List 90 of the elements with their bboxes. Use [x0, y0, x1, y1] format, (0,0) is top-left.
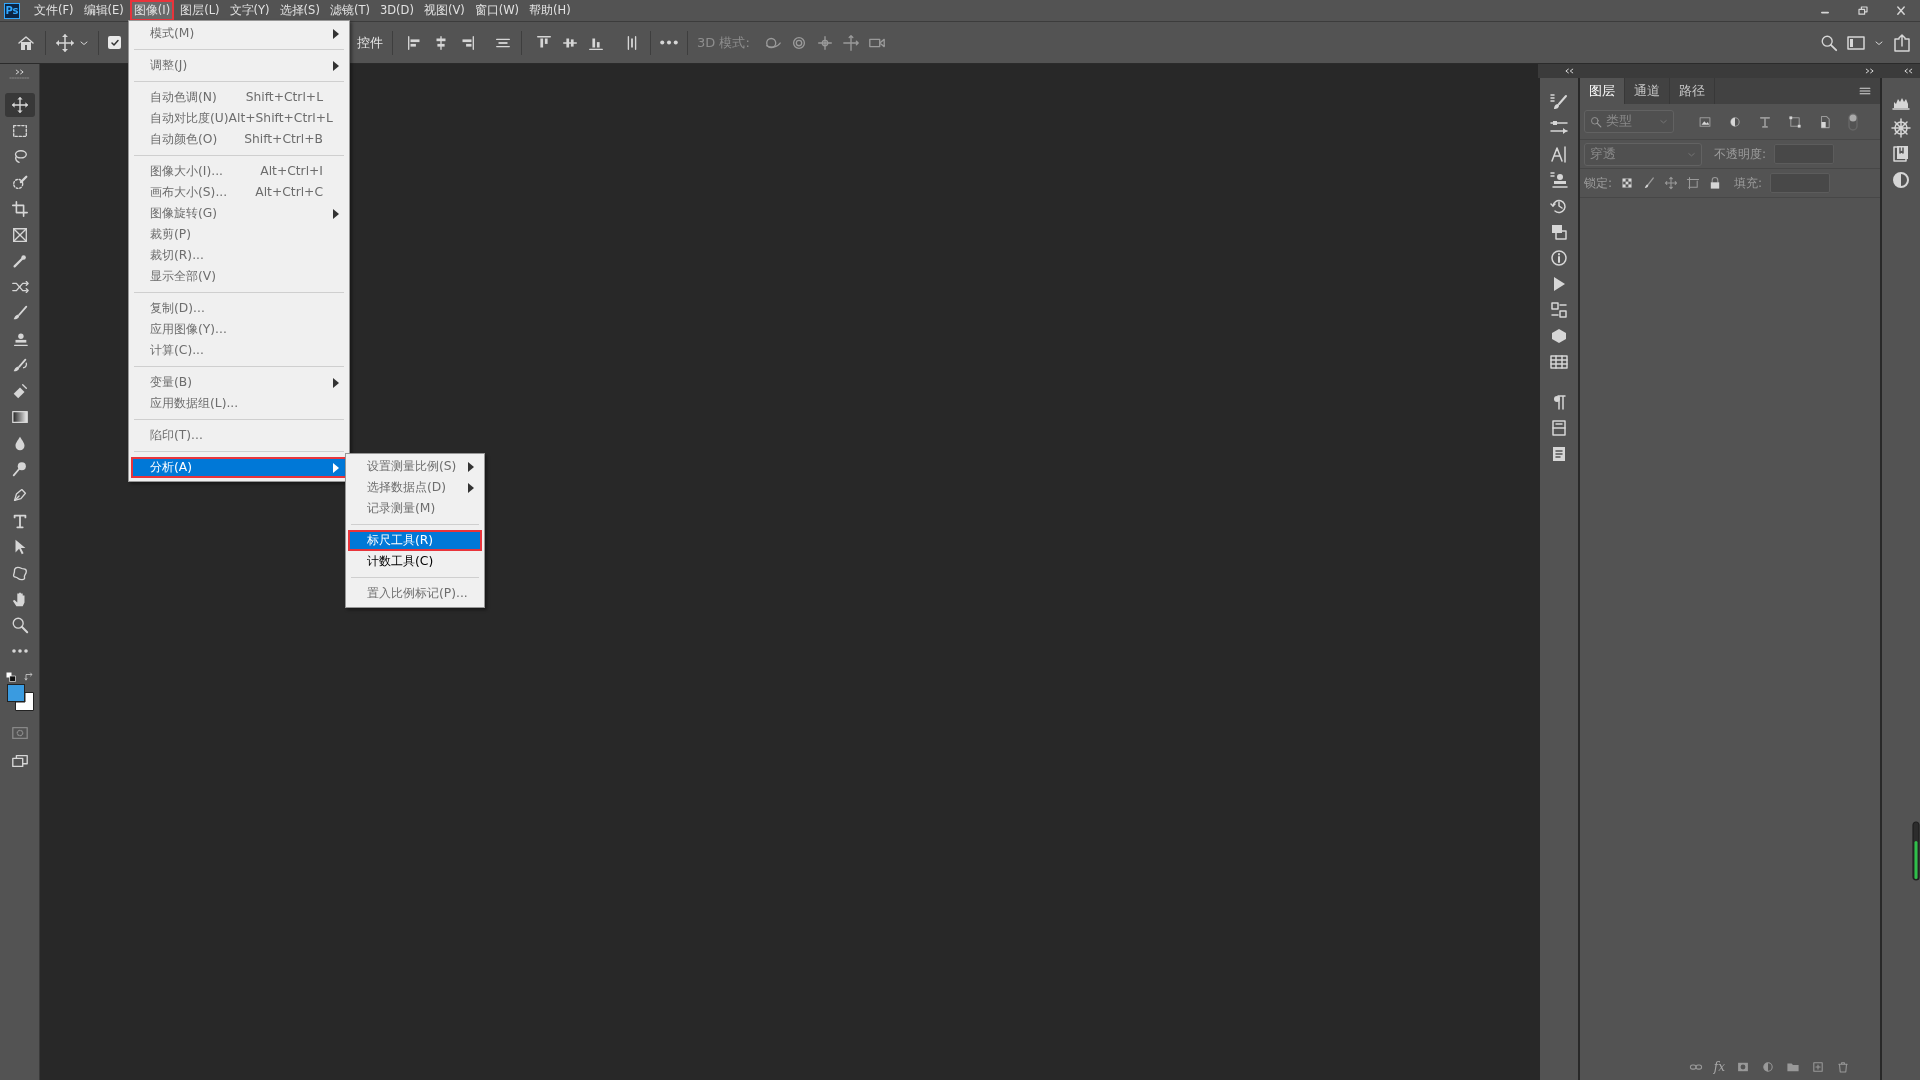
caret-icon	[1659, 117, 1668, 126]
stamp-presets-icon[interactable]	[1549, 170, 1569, 190]
more-icon	[11, 649, 28, 653]
menu-item[interactable]: 图层(L)	[176, 0, 224, 21]
share-icon[interactable]	[1892, 32, 1912, 53]
checker-lock-icon[interactable]	[1620, 176, 1635, 190]
background-swatch[interactable]	[14, 692, 34, 711]
menu-item[interactable]: 帮助(H)	[525, 0, 575, 21]
tool-button[interactable]	[4, 93, 35, 117]
dodge-icon	[10, 460, 29, 478]
frame-icon	[10, 226, 29, 244]
shortcut-label: Alt+Ctrl+I	[260, 163, 324, 181]
eyedropper-icon	[10, 252, 29, 270]
collapse-icon[interactable]	[1903, 67, 1913, 75]
character-icon[interactable]	[1549, 144, 1569, 164]
menu-item[interactable]: 分析(A)	[131, 457, 347, 478]
lock-label: 锁定:	[1584, 175, 1613, 192]
effects-button[interactable]: fx	[1713, 1058, 1725, 1076]
adjustment-filter-icon[interactable]	[1728, 114, 1742, 129]
menu-item[interactable]: 窗口(W)	[470, 0, 524, 21]
mode-label: 3D 模式:	[697, 33, 750, 52]
quick-selection-icon	[10, 174, 29, 192]
type-filter-icon[interactable]	[1758, 114, 1772, 129]
menu-item[interactable]: 计数工具(C)	[348, 551, 482, 572]
shape-icon	[10, 564, 29, 582]
adjustments-icon[interactable]	[1891, 170, 1911, 190]
menu-item[interactable]: 标尺工具(R)	[348, 530, 482, 551]
libraries-icon[interactable]	[1891, 144, 1911, 164]
move-icon[interactable]	[55, 32, 75, 53]
brush-lock-icon[interactable]	[1642, 176, 1657, 190]
swatch-stack-icon[interactable]	[1549, 222, 1569, 242]
adjustment-icon[interactable]	[1761, 1060, 1775, 1074]
panel-tab[interactable]: 图层	[1580, 78, 1625, 104]
checkbox-label: 控件	[357, 33, 383, 52]
artboard-lock-icon[interactable]	[1686, 176, 1701, 190]
marquee-icon	[10, 122, 29, 140]
table-icon[interactable]	[1549, 418, 1569, 438]
checkbox[interactable]	[108, 36, 121, 49]
zoom-icon	[10, 616, 29, 634]
shortcut-label: Alt+Ctrl+C	[255, 184, 324, 202]
filter-toggle-icon[interactable]	[1848, 112, 1858, 131]
submenu-arrow-icon	[468, 461, 474, 472]
expand-icon[interactable]	[1865, 67, 1875, 75]
info-icon[interactable]	[1549, 248, 1569, 268]
shape-filter-icon[interactable]	[1788, 114, 1802, 129]
pan-icon[interactable]	[815, 33, 834, 52]
crop-icon	[10, 200, 29, 218]
submenu-arrow-icon	[333, 377, 339, 388]
opacity-label: 不透明度:	[1714, 146, 1767, 163]
mask-icon[interactable]	[1736, 1060, 1750, 1074]
move-icon	[10, 96, 29, 114]
menu-item[interactable]: 编辑(E)	[79, 0, 128, 21]
search-icon	[1590, 115, 1602, 128]
submenu-arrow-icon	[468, 482, 474, 493]
menu-item[interactable]: 3D(D)	[375, 0, 418, 21]
image-filter-icon[interactable]	[1698, 114, 1712, 129]
menu-item[interactable]: 滤镜(T)	[325, 0, 374, 21]
submenu-arrow-icon	[333, 208, 339, 219]
gradient-icon	[10, 408, 29, 426]
crossed-arrows-icon	[10, 278, 29, 296]
menu-item[interactable]: 文字(Y)	[225, 0, 274, 21]
collapse-icon[interactable]	[1564, 67, 1574, 75]
submenu-arrow-icon	[333, 462, 339, 473]
shortcut-label: Shift+Ctrl+B	[244, 131, 324, 149]
trash-icon[interactable]	[1836, 1060, 1850, 1074]
app-logo: Ps	[4, 2, 20, 19]
swap-icon[interactable]	[23, 672, 34, 682]
meter-icon	[1912, 821, 1920, 881]
expand-icon[interactable]	[14, 68, 25, 76]
shortcut-label: Alt+Shift+Ctrl+L	[228, 110, 334, 128]
search-icon[interactable]	[1820, 33, 1838, 52]
more-icon[interactable]	[660, 40, 678, 45]
layer-comps-icon[interactable]	[1549, 300, 1569, 320]
submenu-arrow-icon	[333, 60, 339, 71]
smart-object-filter-icon[interactable]	[1818, 114, 1832, 129]
submenu-arrow-icon	[333, 28, 339, 39]
menu-item[interactable]: 图像(I)	[129, 0, 175, 21]
fill-label: 填充:	[1734, 175, 1763, 192]
foreground-swatch[interactable]	[6, 684, 25, 702]
grid-icon[interactable]	[1549, 352, 1569, 372]
default-colors-icon[interactable]	[5, 672, 16, 682]
screen-mode-icon[interactable]	[10, 752, 29, 770]
slide-icon[interactable]	[841, 33, 860, 52]
brush-presets-icon[interactable]	[1549, 92, 1569, 112]
check-icon	[109, 37, 120, 48]
shortcut-label: Shift+Ctrl+L	[245, 89, 324, 107]
menu-item[interactable]: 视图(V)	[419, 0, 469, 21]
menu-item[interactable]: 选择(S)	[275, 0, 324, 21]
move-lock-icon[interactable]	[1664, 176, 1679, 190]
menu-item[interactable]: 文件(F)	[30, 0, 78, 21]
